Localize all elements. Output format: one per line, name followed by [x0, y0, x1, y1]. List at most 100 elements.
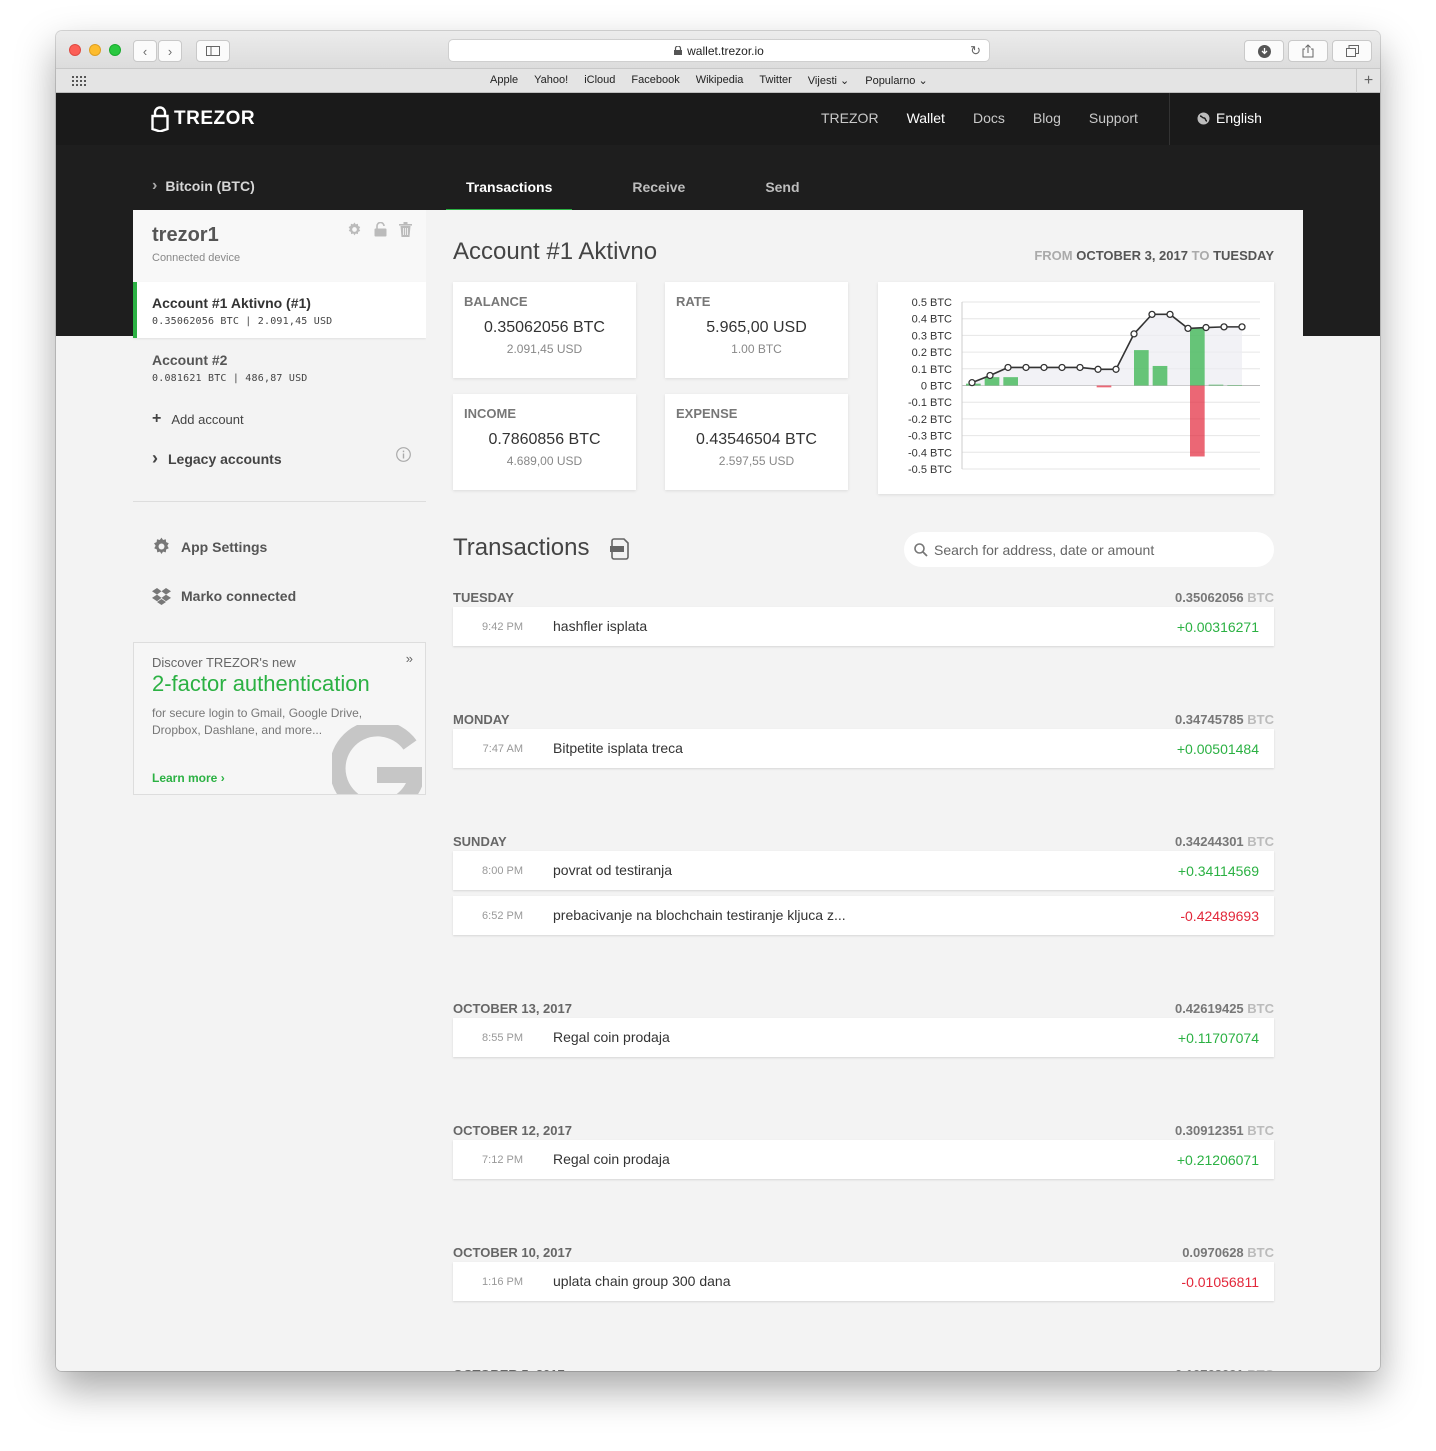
transaction-time: 8:00 PM — [482, 865, 523, 877]
dismiss-promo-icon[interactable]: » — [406, 651, 413, 666]
app-settings-link[interactable]: App Settings — [152, 537, 267, 556]
transaction-row[interactable]: 7:12 PM Regal coin prodaja +0.21206071 — [453, 1140, 1274, 1179]
add-account-button[interactable]: + Add account — [152, 410, 244, 428]
transaction-label: uplata chain group 300 dana — [553, 1273, 731, 1289]
trash-icon[interactable] — [399, 222, 412, 237]
stat-primary-value: 5.965,00 USD — [706, 319, 807, 336]
day-balance: 0.35062056 BTC — [1175, 590, 1274, 605]
chevron-down-icon: ⌄ — [840, 75, 850, 87]
chart-balance-point — [1112, 365, 1120, 373]
transaction-row[interactable]: 9:42 PM hashfler isplata +0.00316271 — [453, 607, 1274, 646]
chart-balance-point — [1220, 323, 1228, 331]
nav-support[interactable]: Support — [1089, 110, 1138, 126]
coin-label: Bitcoin (BTC) — [165, 178, 255, 194]
chevron-right-icon: › — [167, 43, 173, 59]
chevron-right-icon: › — [220, 771, 225, 785]
device-card[interactable]: trezor1 Connected device — [133, 210, 426, 282]
info-icon[interactable] — [396, 447, 411, 462]
bookmark-twitter[interactable]: Twitter — [759, 74, 791, 87]
nav-wallet[interactable]: Wallet — [907, 110, 945, 126]
new-tab-button[interactable]: + — [1356, 69, 1380, 93]
chart-y-tick-label: 0.4 BTC — [912, 314, 952, 326]
day-label: OCTOBER 5, 2017 — [453, 1367, 565, 1371]
legacy-accounts-label: Legacy accounts — [168, 450, 282, 467]
search-input[interactable] — [934, 541, 1254, 558]
sidebar-account-2[interactable]: Account #2 0.081621 BTC | 486,87 USD — [133, 339, 426, 395]
tabs-overview-button[interactable] — [1332, 40, 1372, 62]
tab-receive[interactable]: Receive — [572, 173, 705, 213]
language-selector[interactable]: English — [1197, 110, 1262, 126]
bookmark-folder-popularno[interactable]: Popularno ⌄ — [865, 74, 927, 87]
bookmark-apple[interactable]: Apple — [490, 74, 518, 87]
reload-icon[interactable]: ↻ — [970, 43, 981, 59]
sidebar-icon — [206, 46, 220, 56]
grid-icon[interactable] — [72, 76, 86, 86]
nav-docs[interactable]: Docs — [973, 110, 1005, 126]
chart-y-tick-label: 0.3 BTC — [912, 330, 952, 342]
export-csv-icon[interactable] — [610, 538, 630, 560]
dropbox-status[interactable]: Marko connected — [152, 587, 296, 605]
transaction-search[interactable] — [904, 532, 1274, 567]
account-name: Account #2 — [152, 352, 228, 368]
forward-button[interactable]: › — [158, 40, 182, 62]
date-range[interactable]: FROM OCTOBER 3, 2017 TO TUESDAY — [1034, 248, 1274, 263]
bookmark-folder-vijesti[interactable]: Vijesti ⌄ — [808, 74, 849, 87]
bookmark-icloud[interactable]: iCloud — [584, 74, 615, 87]
chart-income-bar — [1003, 377, 1018, 386]
chart-balance-point — [1022, 363, 1030, 372]
gear-icon — [154, 537, 169, 554]
balance-chart-svg: 0.5 BTC 0.4 BTC 0.3 BTC 0.2 BTC 0.1 BTC 0 BTC… — [908, 297, 1260, 476]
share-button[interactable] — [1288, 40, 1328, 62]
transaction-row[interactable]: 8:55 PM Regal coin prodaja +0.11707074 — [453, 1018, 1274, 1057]
trezor-logo[interactable]: TREZOR — [151, 106, 255, 132]
back-button[interactable]: ‹ — [133, 40, 157, 62]
transaction-row[interactable]: 7:47 AM Bitpetite isplata treca +0.0050148… — [453, 729, 1274, 768]
chart-balance-point — [1148, 310, 1156, 319]
chart-y-tick-label: -0.4 BTC — [908, 447, 952, 459]
downloads-button[interactable] — [1244, 40, 1284, 62]
nav-blog[interactable]: Blog — [1033, 110, 1061, 126]
coin-selector[interactable]: › Bitcoin (BTC) — [152, 177, 255, 195]
close-window-button[interactable] — [69, 44, 81, 56]
bookmark-yahoo[interactable]: Yahoo! — [534, 74, 568, 87]
transaction-time: 7:12 PM — [482, 1154, 523, 1166]
promo-intro: Discover TREZOR's new — [152, 655, 296, 670]
address-bar[interactable]: wallet.trezor.io ↻ — [448, 39, 990, 62]
gear-icon[interactable] — [347, 222, 362, 237]
chart-income-bar — [1152, 365, 1168, 386]
browser-toolbar: ‹ › wallet.trezor.io ↻ — [56, 31, 1380, 69]
legacy-accounts-toggle[interactable]: › Legacy accounts — [152, 448, 282, 469]
tab-send[interactable]: Send — [705, 173, 819, 213]
chart-y-tick-label: 0 BTC — [921, 381, 952, 393]
lock-icon — [674, 46, 683, 55]
transaction-row[interactable]: 6:52 PM prebacivanje na blochchain testir… — [453, 896, 1274, 935]
bookmark-wikipedia[interactable]: Wikipedia — [696, 74, 744, 87]
tab-transactions[interactable]: Transactions — [446, 173, 573, 213]
day-group-header: OCTOBER 5, 2017 0.10763091 BTC — [453, 1367, 1274, 1371]
dropbox-icon — [152, 588, 171, 605]
device-name: trezor1 — [152, 224, 219, 246]
transaction-time: 1:16 PM — [482, 1276, 523, 1288]
transaction-time: 7:47 AM — [482, 743, 523, 755]
minimize-window-button[interactable] — [89, 44, 101, 56]
transaction-row[interactable]: 8:00 PM povrat od testiranja +0.34114569 — [453, 851, 1274, 890]
day-balance: 0.0970628 BTC — [1182, 1245, 1274, 1260]
account-tabs: Transactions Receive Send — [446, 173, 820, 213]
bookmark-facebook[interactable]: Facebook — [631, 74, 679, 87]
sidebar-account-1[interactable]: Account #1 Aktivno (#1) 0.35062056 BTC |… — [133, 282, 426, 338]
transaction-amount: +0.11707074 — [1177, 1030, 1259, 1046]
chart-y-tick-label: -0.3 BTC — [908, 431, 952, 443]
unlock-icon[interactable] — [374, 222, 387, 237]
stat-secondary-value: 4.689,00 USD — [506, 454, 583, 468]
transaction-amount: +0.00316271 — [1176, 619, 1259, 635]
bookmark-folder-label: Vijesti — [807, 75, 837, 87]
day-balance: 0.10763091 BTC — [1175, 1367, 1274, 1371]
learn-more-link[interactable]: Learn more › — [152, 771, 225, 785]
expense-card: EXPENSE 0.43546504 BTC 2.597,55 USD — [665, 394, 848, 490]
zoom-window-button[interactable] — [109, 44, 121, 56]
stat-secondary-value: 2.091,45 USD — [506, 342, 583, 356]
day-balance-unit: BTC — [1247, 1245, 1274, 1260]
transaction-row[interactable]: 1:16 PM uplata chain group 300 dana -0.010… — [453, 1262, 1274, 1301]
sidebar-toggle-button[interactable] — [196, 40, 230, 62]
nav-trezor[interactable]: TREZOR — [821, 110, 879, 126]
